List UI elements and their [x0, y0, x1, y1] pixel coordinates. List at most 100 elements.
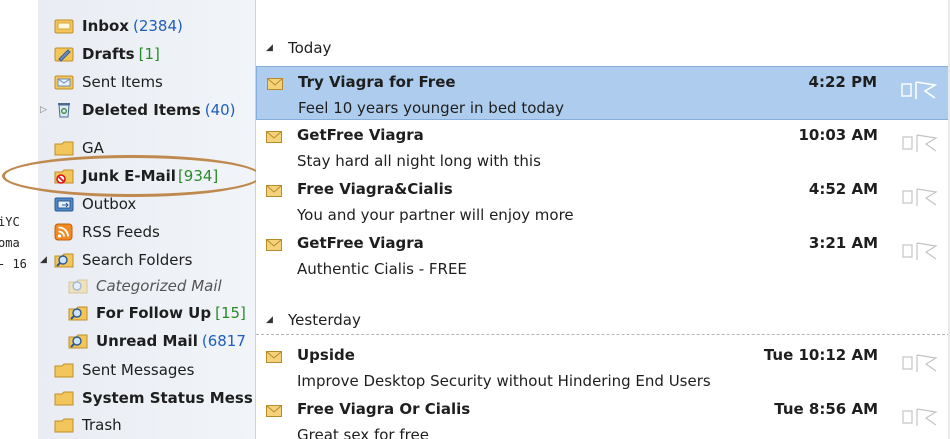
folder-count: (40) — [204, 101, 236, 119]
folder-label: Trash — [82, 416, 122, 434]
expand-chevron-icon[interactable]: ▷ — [40, 105, 50, 115]
message-row[interactable]: Free Viagra&Cialis You and your partner … — [256, 174, 950, 228]
message-row[interactable]: Free Viagra Or Cialis Great sex for free… — [256, 394, 950, 439]
message-time: Tue 10:12 AM — [763, 346, 878, 364]
group-header-yesterday[interactable]: ◢ Yesterday — [266, 308, 361, 332]
deleted-items-icon — [58, 103, 70, 118]
envelope-icon — [266, 239, 282, 251]
search-folder-icon — [68, 306, 88, 321]
group-label: Yesterday — [288, 311, 361, 329]
message-subject: Stay hard all night long with this — [297, 152, 541, 170]
folder-system-status-messages[interactable]: System Status Mess — [54, 386, 253, 410]
flag-icon[interactable] — [902, 240, 938, 262]
folder-label: Deleted Items — [82, 101, 201, 119]
folder-ga[interactable]: GA — [54, 136, 104, 160]
folder-label: Unread Mail — [96, 332, 198, 350]
folder-label: Search Folders — [82, 251, 193, 269]
message-time: 4:22 PM — [808, 73, 877, 91]
folder-pane: Inbox (2384) Drafts [1] Sent Items ▷ Del… — [38, 0, 256, 439]
message-time: Tue 8:56 AM — [774, 400, 878, 418]
folder-label: Junk E-Mail — [82, 167, 176, 185]
message-subject: Authentic Cialis - FREE — [297, 260, 467, 278]
folder-icon — [54, 363, 74, 378]
envelope-icon — [267, 78, 283, 90]
search-folder-icon — [54, 253, 74, 268]
drafts-icon — [54, 47, 74, 62]
folder-label: Outbox — [82, 195, 137, 213]
collapse-triangle-icon[interactable]: ◢ — [40, 255, 50, 265]
envelope-icon — [266, 405, 282, 417]
folder-icon — [54, 418, 74, 433]
message-sender: Free Viagra&Cialis — [297, 180, 453, 198]
search-folder-icon — [68, 279, 88, 294]
collapse-triangle-icon[interactable]: ◢ — [266, 43, 274, 53]
outbox-icon — [54, 197, 74, 212]
folder-for-follow-up[interactable]: For Follow Up [15] — [68, 301, 246, 325]
message-row[interactable]: Try Viagra for Free Feel 10 years younge… — [256, 66, 950, 120]
cut-text-2: oma — [0, 236, 20, 250]
message-sender: GetFree Viagra — [297, 234, 424, 252]
folder-label: Sent Items — [82, 73, 163, 91]
folder-icon — [54, 391, 74, 406]
folder-label: For Follow Up — [96, 304, 212, 322]
message-subject: Improve Desktop Security without Hinderi… — [297, 372, 711, 390]
folder-label: Drafts — [82, 45, 135, 63]
flag-icon[interactable] — [902, 186, 938, 208]
cut-text-3: - 16 — [0, 257, 27, 271]
folder-count: (2384) — [132, 17, 183, 35]
folder-label: System Status Mess — [82, 389, 253, 407]
folder-categorized-mail[interactable]: Categorized Mail — [68, 274, 222, 298]
message-row[interactable]: Upside Improve Desktop Security without … — [256, 340, 950, 394]
folder-label: RSS Feeds — [82, 223, 160, 241]
folder-count: [934] — [177, 167, 219, 185]
envelope-icon — [266, 351, 282, 363]
folder-label: Inbox — [82, 17, 129, 35]
message-time: 4:52 AM — [808, 180, 878, 198]
message-time: 3:21 AM — [808, 234, 878, 252]
collapse-triangle-icon[interactable]: ◢ — [266, 315, 274, 325]
cut-text-1: iYC — [0, 215, 20, 229]
flag-icon[interactable] — [902, 352, 938, 374]
folder-outbox[interactable]: Outbox — [54, 192, 136, 216]
folder-trash[interactable]: Trash — [54, 413, 122, 437]
message-sender: GetFree Viagra — [297, 126, 424, 144]
folder-label: GA — [82, 139, 104, 157]
message-subject: Great sex for free — [297, 426, 429, 439]
message-row[interactable]: GetFree Viagra Stay hard all night long … — [256, 120, 950, 174]
folder-rss-feeds[interactable]: RSS Feeds — [54, 220, 160, 244]
junk-mail-icon — [54, 169, 74, 184]
folder-unread-mail[interactable]: Unread Mail (6817 — [68, 329, 246, 353]
folder-deleted-items[interactable]: ▷ Deleted Items (40) — [40, 98, 236, 122]
message-row[interactable]: GetFree Viagra Authentic Cialis - FREE 3… — [256, 228, 950, 282]
folder-sent-items[interactable]: Sent Items — [54, 70, 163, 94]
folder-count: (6817 — [201, 332, 246, 350]
search-folder-icon — [68, 334, 88, 349]
message-time: 10:03 AM — [798, 126, 878, 144]
folder-junk-email[interactable]: Junk E-Mail [934] — [54, 164, 218, 188]
folder-icon — [54, 141, 74, 156]
group-separator — [256, 334, 950, 335]
folder-count: [1] — [138, 45, 160, 63]
message-sender: Free Viagra Or Cialis — [297, 400, 471, 418]
folder-inbox[interactable]: Inbox (2384) — [54, 14, 183, 38]
folder-drafts[interactable]: Drafts [1] — [54, 42, 160, 66]
inbox-icon — [54, 19, 74, 34]
flag-icon[interactable] — [901, 79, 937, 101]
envelope-icon — [266, 131, 282, 143]
left-window-fragment: iYC oma - 16 — [0, 0, 38, 439]
folder-sent-messages[interactable]: Sent Messages — [54, 358, 194, 382]
message-subject: You and your partner will enjoy more — [297, 206, 574, 224]
envelope-icon — [266, 185, 282, 197]
message-subject: Feel 10 years younger in bed today — [298, 99, 564, 117]
flag-icon[interactable] — [902, 406, 938, 428]
folder-label: Sent Messages — [82, 361, 195, 379]
flag-icon[interactable] — [902, 132, 938, 154]
message-sender: Try Viagra for Free — [298, 73, 456, 91]
group-label: Today — [288, 39, 332, 57]
message-sender: Upside — [297, 346, 355, 364]
folder-label: Categorized Mail — [96, 277, 222, 295]
folder-search-folders[interactable]: ◢ Search Folders — [40, 248, 192, 272]
group-header-today[interactable]: ◢ Today — [266, 36, 331, 60]
message-list: ◢ Today Try Viagra for Free Feel 10 year… — [256, 0, 950, 439]
sent-items-icon — [54, 75, 74, 90]
